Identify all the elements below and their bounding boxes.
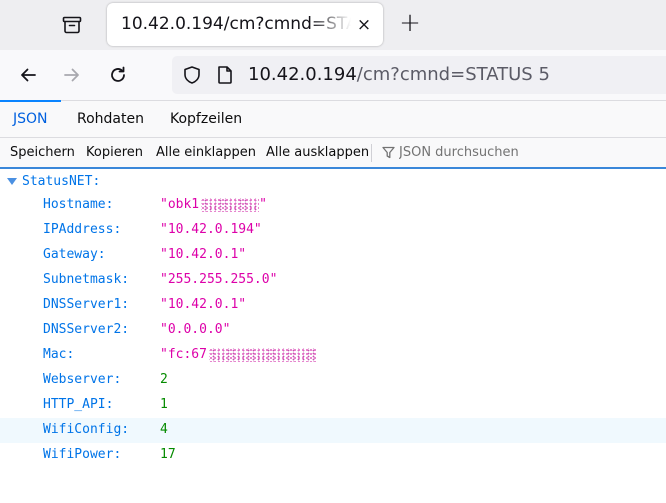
copy-button[interactable]: Kopieren	[86, 138, 143, 167]
url-text[interactable]: 10.42.0.194/cm?cmnd=STATUS 5	[248, 64, 550, 85]
root-key: StatusNET:	[22, 174, 101, 189]
expand-all-button[interactable]: Alle ausklappen	[266, 138, 369, 167]
table-row[interactable]: Mac: "fc:67	[0, 343, 666, 368]
json-key: IPAddress:	[43, 222, 122, 237]
collapse-all-button[interactable]: Alle einklappen	[156, 138, 256, 167]
box-icon	[62, 16, 82, 34]
json-value-text: 1	[160, 397, 168, 412]
json-value-text: 2	[160, 372, 168, 387]
json-value-text: "10.42.0.194"	[160, 222, 262, 237]
json-value: "0.0.0.0"	[160, 322, 230, 337]
back-button[interactable]	[12, 59, 44, 91]
forward-button[interactable]	[56, 59, 88, 91]
url-bar[interactable]: 10.42.0.194/cm?cmnd=STATUS 5	[172, 56, 666, 94]
json-value: 4	[160, 422, 168, 437]
tree-root-row[interactable]: StatusNET:	[0, 171, 666, 193]
json-value-text: 17	[160, 447, 176, 462]
json-key: HTTP_API:	[43, 397, 114, 412]
page-icon[interactable]	[216, 65, 234, 85]
arrow-left-icon	[21, 68, 36, 82]
json-value: "10.42.0.194"	[160, 222, 262, 237]
json-key: Gateway:	[43, 247, 106, 262]
table-row[interactable]: WifiPower: 17	[0, 443, 666, 468]
table-row[interactable]: HTTP_API: 1	[0, 393, 666, 418]
viewer-tabs: JSON Rohdaten Kopfzeilen	[0, 100, 666, 138]
tab-raw-data[interactable]: Rohdaten	[77, 101, 144, 137]
json-key: Hostname:	[43, 197, 114, 212]
navigation-bar: 10.42.0.194/cm?cmnd=STATUS 5	[0, 50, 666, 100]
arrow-right-icon	[64, 68, 79, 82]
json-value: 2	[160, 372, 168, 387]
expand-triangle-icon[interactable]	[7, 178, 17, 185]
new-tab-button[interactable]: +	[394, 8, 426, 40]
json-value-text: "0.0.0.0"	[160, 322, 231, 337]
json-key: DNSServer1:	[43, 297, 130, 312]
tab-json[interactable]: JSON	[0, 100, 60, 137]
tab-headers[interactable]: Kopfzeilen	[170, 101, 242, 137]
json-value: 17	[160, 447, 176, 462]
tab-title: 10.42.0.194/cm?cmnd=STATUS 5	[121, 14, 351, 34]
json-key: WifiConfig:	[43, 422, 130, 437]
json-value: "10.42.0.1"	[160, 297, 246, 312]
close-tab-icon[interactable]: ×	[353, 14, 375, 36]
json-key: Subnetmask:	[43, 272, 130, 287]
table-row[interactable]: DNSServer2: "0.0.0.0"	[0, 318, 666, 343]
tab-strip: 10.42.0.194/cm?cmnd=STATUS 5 × +	[0, 0, 666, 50]
toolbar-divider	[371, 144, 372, 162]
json-value-text: "10.42.0.1"	[160, 297, 247, 312]
save-button[interactable]: Speichern	[10, 138, 75, 167]
table-row[interactable]: DNSServer1: "10.42.0.1"	[0, 293, 666, 318]
json-key: DNSServer2:	[43, 322, 130, 337]
json-value-text: "fc:67	[160, 347, 207, 362]
json-value: "fc:67	[160, 347, 317, 362]
json-value: 1	[160, 397, 168, 412]
table-row[interactable]: WifiConfig: 4	[0, 418, 666, 443]
url-path: /cm?cmnd=STATUS 5	[356, 64, 550, 85]
table-row[interactable]: IPAddress: "10.42.0.194"	[0, 218, 666, 243]
json-toolbar: Speichern Kopieren Alle einklappen Alle …	[0, 138, 666, 169]
json-key: WifiPower:	[43, 447, 122, 462]
json-value-end: "	[259, 197, 267, 212]
table-row[interactable]: Gateway: "10.42.0.1"	[0, 243, 666, 268]
json-value: "10.42.0.1"	[160, 247, 246, 262]
json-value-text: "10.42.0.1"	[160, 247, 247, 262]
json-tree: StatusNET: Hostname: "obk1 " IPAddress: "10.…	[0, 169, 666, 503]
json-value-text: "obk1	[160, 197, 200, 212]
table-row[interactable]: Webserver: 2	[0, 368, 666, 393]
shield-icon[interactable]	[182, 65, 202, 85]
json-key: Mac:	[43, 347, 75, 362]
json-filter-input[interactable]	[399, 141, 659, 164]
browser-tab[interactable]: 10.42.0.194/cm?cmnd=STATUS 5 ×	[107, 3, 383, 46]
json-key: Webserver:	[43, 372, 122, 387]
reload-icon	[111, 66, 125, 82]
url-host: 10.42.0.194	[248, 64, 357, 85]
table-row[interactable]: Hostname: "obk1 "	[0, 193, 666, 218]
redacted-value	[201, 197, 260, 212]
json-value-text: 4	[160, 422, 168, 437]
tab-list-button[interactable]	[52, 7, 92, 43]
json-value: "255.255.255.0"	[160, 272, 277, 287]
filter-icon	[382, 146, 395, 159]
json-value: "obk1 "	[160, 197, 267, 212]
table-row[interactable]: Subnetmask: "255.255.255.0"	[0, 268, 666, 293]
reload-button[interactable]	[102, 59, 134, 91]
redacted-value	[208, 347, 317, 362]
json-value-text: "255.255.255.0"	[160, 272, 278, 287]
